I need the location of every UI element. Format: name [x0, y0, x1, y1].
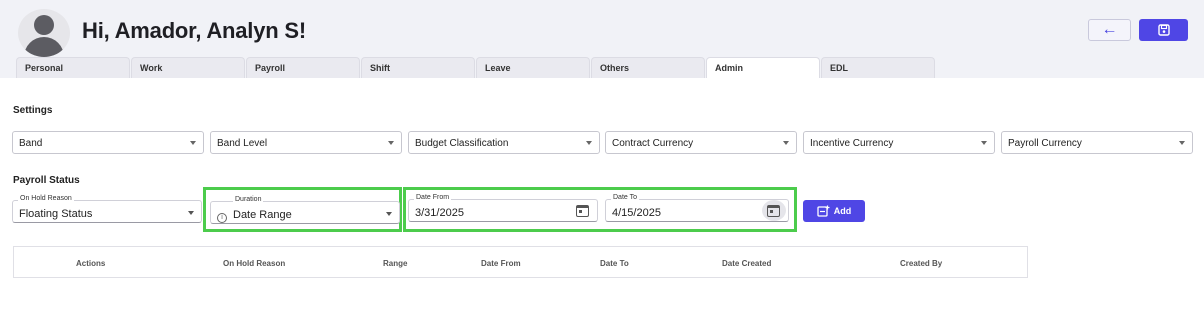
column-header-range[interactable]: Range	[383, 259, 407, 268]
tab-admin[interactable]: Admin	[706, 57, 820, 78]
calendar-icon[interactable]	[767, 205, 780, 217]
info-icon: i	[217, 213, 227, 223]
budget-classification-select-label: Budget Classification	[415, 138, 509, 149]
column-header-created-by[interactable]: Created By	[900, 259, 942, 268]
tab-edl[interactable]: EDL	[821, 57, 935, 78]
band-select-label: Band	[19, 138, 43, 149]
back-button[interactable]: ←	[1088, 19, 1131, 41]
duration-select[interactable]: Duration i Date Range	[210, 196, 400, 224]
payroll-status-section-title: Payroll Status	[13, 175, 80, 186]
avatar	[18, 9, 70, 57]
settings-section-title: Settings	[13, 105, 53, 116]
incentive-currency-select-label: Incentive Currency	[810, 138, 894, 149]
chevron-down-icon	[586, 141, 592, 145]
add-note-icon	[817, 205, 830, 217]
chevron-down-icon	[188, 211, 194, 215]
band-select[interactable]: Band	[12, 131, 204, 154]
save-button[interactable]	[1139, 19, 1188, 41]
tab-payroll[interactable]: Payroll	[246, 57, 360, 78]
chevron-down-icon	[388, 141, 394, 145]
duration-label: Duration	[233, 196, 264, 203]
payroll-currency-select[interactable]: Payroll Currency	[1001, 131, 1193, 154]
tab-personal[interactable]: Personal	[16, 57, 130, 78]
tab-others[interactable]: Others	[591, 57, 705, 78]
arrow-left-icon: ←	[1101, 21, 1118, 38]
on-hold-reason-select[interactable]: On Hold Reason Floating Status	[12, 195, 202, 223]
date-to-value: 4/15/2025	[612, 207, 661, 219]
column-header-date-created[interactable]: Date Created	[722, 259, 771, 268]
column-header-on-hold-reason[interactable]: On Hold Reason	[223, 259, 285, 268]
date-to-field[interactable]: Date To 4/15/2025	[605, 194, 789, 222]
on-hold-reason-label: On Hold Reason	[18, 195, 74, 202]
column-header-date-to[interactable]: Date To	[600, 259, 629, 268]
page-title: Hi, Amador, Analyn S!	[82, 18, 306, 43]
tab-leave[interactable]: Leave	[476, 57, 590, 78]
add-button[interactable]: Add	[803, 200, 865, 222]
band-level-select[interactable]: Band Level	[210, 131, 402, 154]
add-button-label: Add	[833, 206, 852, 216]
calendar-icon[interactable]	[576, 205, 589, 217]
date-to-label: Date To	[611, 194, 639, 201]
column-header-actions[interactable]: Actions	[76, 259, 105, 268]
chevron-down-icon	[783, 141, 789, 145]
date-from-label: Date From	[414, 194, 452, 201]
duration-value: Date Range	[233, 209, 292, 221]
chevron-down-icon	[1179, 141, 1185, 145]
contract-currency-select-label: Contract Currency	[612, 138, 694, 149]
page-header: Hi, Amador, Analyn S! ← Personal Work Pa…	[0, 0, 1204, 78]
floppy-disk-icon	[1157, 24, 1170, 36]
chevron-down-icon	[386, 212, 392, 216]
tab-work[interactable]: Work	[131, 57, 245, 78]
band-level-select-label: Band Level	[217, 138, 268, 149]
chevron-down-icon	[190, 141, 196, 145]
date-from-value: 3/31/2025	[415, 207, 464, 219]
chevron-down-icon	[981, 141, 987, 145]
contract-currency-select[interactable]: Contract Currency	[605, 131, 797, 154]
column-header-date-from[interactable]: Date From	[481, 259, 521, 268]
payroll-currency-select-label: Payroll Currency	[1008, 138, 1082, 149]
tab-shift[interactable]: Shift	[361, 57, 475, 78]
budget-classification-select[interactable]: Budget Classification	[408, 131, 600, 154]
tab-bar: Personal Work Payroll Shift Leave Others…	[16, 57, 936, 78]
incentive-currency-select[interactable]: Incentive Currency	[803, 131, 995, 154]
date-from-field[interactable]: Date From 3/31/2025	[408, 194, 598, 222]
on-hold-reason-value: Floating Status	[19, 208, 93, 220]
payroll-status-table: Actions On Hold Reason Range Date From D…	[13, 246, 1028, 278]
